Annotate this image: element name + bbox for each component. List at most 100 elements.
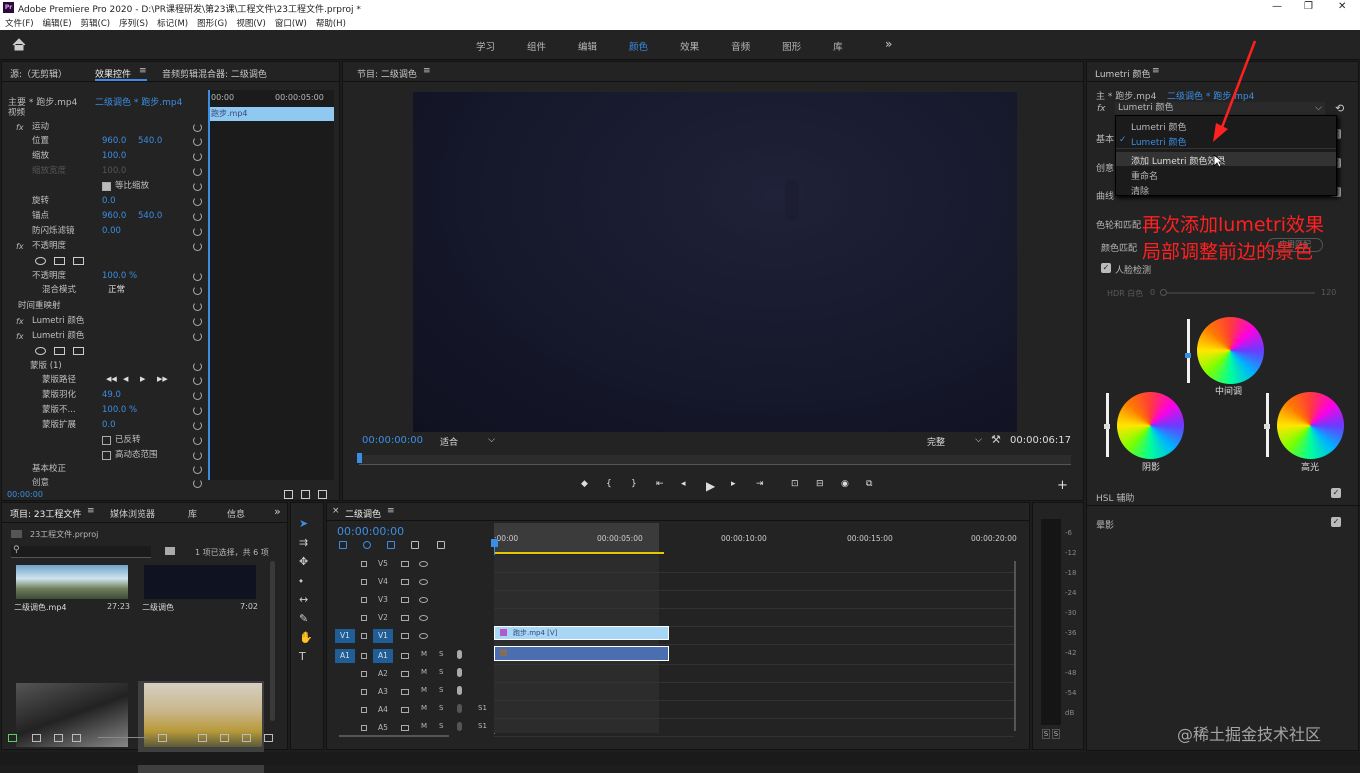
selection-tool-icon[interactable]: ➤ xyxy=(299,517,308,530)
reset-param-icon[interactable] xyxy=(193,302,202,311)
minimize-button[interactable]: — xyxy=(1272,1,1282,12)
reset-param-icon[interactable] xyxy=(193,242,202,251)
track-label[interactable]: A2 xyxy=(373,667,393,681)
blend-mode-label[interactable]: 混合模式 xyxy=(42,283,76,298)
project-item[interactable]: 二级调色.mp4 27:23 xyxy=(10,565,136,657)
new-bin-icon[interactable] xyxy=(165,547,175,555)
midtones-wheel[interactable] xyxy=(1197,317,1264,384)
workspace-tab[interactable]: 组件 xyxy=(527,39,546,53)
tab-audio-mixer[interactable]: 音频剪辑混合器: 二级调色 xyxy=(162,67,267,80)
export-frame-icon[interactable]: ◉ xyxy=(841,479,849,489)
compare-icon[interactable]: ⧉ xyxy=(866,479,872,489)
section-video[interactable]: 视频 xyxy=(8,106,25,121)
reset-icon[interactable]: ⟲ xyxy=(1335,102,1344,115)
mask-path-param[interactable]: 蒙版路径 xyxy=(42,373,76,388)
mic-icon[interactable] xyxy=(457,722,462,731)
reset-param-icon[interactable] xyxy=(193,272,202,281)
track-output-icon[interactable] xyxy=(401,561,409,567)
tab-source[interactable]: 源:（无剪辑） xyxy=(10,67,67,80)
go-to-in-icon[interactable]: ⇤ xyxy=(656,479,664,489)
ellipse-mask-icon[interactable] xyxy=(35,347,46,355)
tab-project[interactable]: 项目: 23工程文件 xyxy=(10,507,81,520)
project-item[interactable]: 二级调色 7:02 xyxy=(138,565,264,657)
source-patch-v1[interactable]: V1 xyxy=(335,629,355,643)
section-wheels[interactable]: 色轮和匹配 xyxy=(1096,218,1141,231)
highlights-wheel[interactable] xyxy=(1277,392,1344,459)
lift-icon[interactable]: ⊡ xyxy=(791,479,799,489)
lumetri-menu-icon[interactable]: ≡ xyxy=(1152,66,1160,76)
linked-select-icon[interactable] xyxy=(387,541,395,549)
checkbox-icon[interactable] xyxy=(102,451,111,460)
reset-param-icon[interactable] xyxy=(193,479,202,488)
track-output-icon[interactable] xyxy=(401,725,409,731)
mask-inverted-checkbox[interactable]: 已反转 xyxy=(115,433,141,448)
mic-icon[interactable] xyxy=(457,704,462,713)
menu-item[interactable]: 帮助(H) xyxy=(316,17,346,29)
pen-tool-icon[interactable]: ✎ xyxy=(299,612,308,625)
eye-icon[interactable] xyxy=(419,597,428,603)
workspace-tab[interactable]: 颜色 xyxy=(629,39,648,53)
reset-param-icon[interactable] xyxy=(193,227,202,236)
track-lock-icon[interactable] xyxy=(361,725,367,731)
tab-libraries[interactable]: 库 xyxy=(188,507,197,520)
solo-button-right[interactable]: S xyxy=(1052,729,1060,739)
timeline-vscroll[interactable] xyxy=(1014,561,1016,731)
track-output-icon[interactable] xyxy=(401,689,409,695)
param-value[interactable]: 49.0 xyxy=(102,388,121,403)
uniform-scale-checkbox[interactable]: 等比缩放 xyxy=(115,179,149,194)
shadows-slider[interactable] xyxy=(1104,393,1110,457)
face-detect-checkbox[interactable]: ✓ xyxy=(1101,263,1111,273)
mute-button[interactable]: M xyxy=(421,668,427,676)
program-scrubber[interactable] xyxy=(357,453,1071,465)
checkbox-icon[interactable] xyxy=(102,436,111,445)
param-value[interactable]: 0.0 xyxy=(102,194,116,209)
lumetri-effect-1[interactable]: Lumetri 颜色 xyxy=(32,314,84,329)
work-area-bar[interactable] xyxy=(494,552,664,554)
close-button[interactable]: ✕ xyxy=(1338,1,1346,12)
maximize-button[interactable]: ❐ xyxy=(1304,1,1313,12)
mark-in-icon[interactable]: { xyxy=(606,479,612,489)
mask-track-control-icon[interactable]: ▶ xyxy=(140,375,145,383)
reset-param-icon[interactable] xyxy=(193,465,202,474)
workspace-tab[interactable]: 编辑 xyxy=(578,39,597,53)
solo-button[interactable]: S xyxy=(439,722,443,730)
automate-icon[interactable] xyxy=(198,734,207,742)
reset-param-icon[interactable] xyxy=(193,137,202,146)
scale-param[interactable]: 缩放 xyxy=(32,149,49,164)
track-output-icon[interactable] xyxy=(401,597,409,603)
hand-tool-icon[interactable]: ✋ xyxy=(299,631,313,644)
wrench-icon[interactable]: ⚒ xyxy=(991,433,1001,446)
track-label[interactable]: V4 xyxy=(373,575,393,589)
opacity-effect[interactable]: 不透明度 xyxy=(32,239,66,254)
track-label[interactable]: A5 xyxy=(373,721,393,735)
midtones-slider[interactable] xyxy=(1185,319,1191,383)
menu-item[interactable]: 序列(S) xyxy=(119,17,148,29)
track-lock-icon[interactable] xyxy=(361,615,367,621)
section-creative[interactable]: 创意 xyxy=(1096,161,1114,174)
track-label[interactable]: V3 xyxy=(373,593,393,607)
track-select-tool-icon[interactable]: ⇉ xyxy=(299,536,308,549)
track-label[interactable]: V2 xyxy=(373,611,393,625)
quality-dropdown[interactable]: 完整 ⌵ xyxy=(927,435,982,448)
mask-track-control-icon[interactable]: ◀ xyxy=(123,375,128,383)
mute-button[interactable]: M xyxy=(421,686,427,694)
overflow-icon[interactable]: » xyxy=(274,505,281,518)
timeline-ruler[interactable]: :00:00 00:00:05:00 00:00:10:00 00:00:15:00 0… xyxy=(494,523,1017,555)
hdr-checkbox[interactable]: 高动态范围 xyxy=(115,448,158,463)
timeline-close-icon[interactable]: × xyxy=(332,506,340,516)
param-value[interactable]: 100.0 % xyxy=(102,403,137,418)
param-value[interactable]: 100.0 xyxy=(102,164,126,179)
pen-mask-icon[interactable] xyxy=(73,257,84,265)
sort-icon[interactable] xyxy=(158,734,167,742)
timeline-hscroll[interactable] xyxy=(339,735,449,737)
find-icon[interactable] xyxy=(220,734,229,742)
track-output-icon[interactable] xyxy=(401,671,409,677)
solo-button-left[interactable]: S xyxy=(1042,729,1050,739)
mask-group[interactable]: 蒙版 (1) xyxy=(30,359,62,374)
reset-param-icon[interactable] xyxy=(193,436,202,445)
track-output-icon[interactable] xyxy=(401,653,409,659)
menu-item-lumetri-2[interactable]: Lumetri 颜色 xyxy=(1131,135,1186,148)
extract-icon[interactable]: ⊟ xyxy=(816,479,824,489)
audio-clip[interactable] xyxy=(494,646,669,661)
menu-item[interactable]: 剪辑(C) xyxy=(81,17,111,29)
